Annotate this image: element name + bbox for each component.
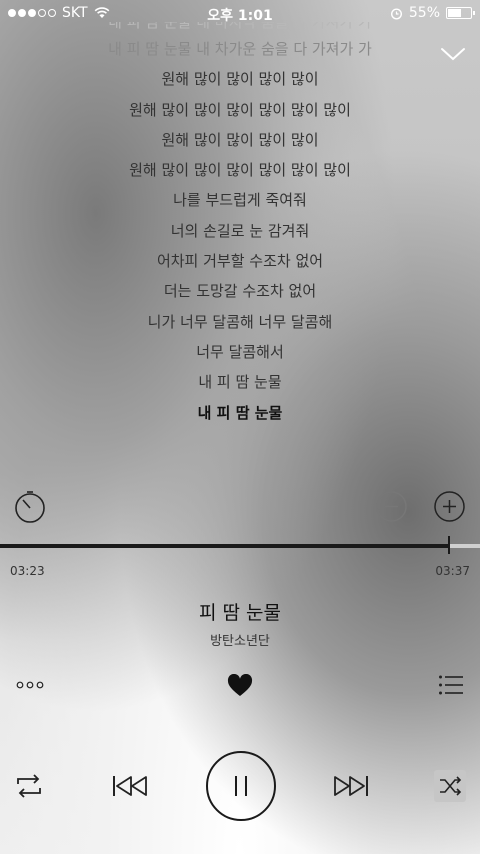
more-icon[interactable] — [16, 678, 44, 692]
seek-bar-fill — [0, 544, 449, 548]
lyric-line: 너무 달콤해서 — [196, 342, 284, 361]
plus-circle-icon[interactable] — [433, 490, 466, 523]
battery-percent: 55% — [408, 5, 440, 21]
playlist-icon[interactable] — [438, 674, 464, 696]
lyric-line: 원해 많이 많이 많이 많이 — [161, 130, 319, 149]
lyric-line: 원해 많이 많이 많이 많이 많이 많이 — [129, 161, 351, 180]
heart-icon[interactable] — [227, 674, 253, 698]
lyric-line: 니가 너무 달콤해 너무 달콤해 — [147, 312, 333, 331]
lyric-line: 원해 많이 많이 많이 많이 — [161, 70, 319, 89]
previous-icon[interactable] — [112, 774, 150, 798]
lyric-line: 내 피 땀 눈물 내 마지막 춤을 다 가져가 가 — [108, 22, 372, 31]
total-time: 03:37 — [435, 564, 470, 578]
lyrics-panel[interactable]: 내 피 땀 눈물 내 마지막 춤을 다 가져가 가 내 피 땀 눈물 내 차가운… — [0, 22, 480, 428]
shuffle-button[interactable] — [434, 770, 466, 802]
timer-icon[interactable] — [12, 489, 48, 525]
lyric-line-current: 내 피 땀 눈물 — [197, 403, 283, 422]
seek-bar[interactable] — [0, 536, 480, 554]
pause-icon[interactable] — [205, 750, 277, 822]
next-icon[interactable] — [331, 774, 369, 798]
lyric-line: 너의 손길로 눈 감겨줘 — [170, 221, 310, 240]
lyric-line: 내 피 땀 눈물 — [198, 373, 282, 392]
lyric-line: 원해 많이 많이 많이 많이 많이 많이 — [129, 100, 351, 119]
lyric-line: 어차피 거부할 수조차 없어 — [156, 252, 324, 271]
alarm-icon — [390, 7, 402, 20]
battery-icon — [446, 7, 475, 19]
song-title: 피 땀 눈물 — [199, 602, 281, 624]
status-right: 55% — [390, 5, 475, 21]
repeat-icon[interactable] — [14, 771, 44, 801]
lyric-line: 더는 도망갈 수조차 없어 — [163, 282, 317, 301]
shuffle-icon — [440, 776, 462, 796]
minus-circle-icon[interactable] — [375, 490, 408, 523]
seek-bar-handle[interactable] — [447, 536, 450, 554]
current-time: 03:23 — [10, 564, 45, 578]
lyric-line: 내 피 땀 눈물 내 차가운 숨을 다 가져가 가 — [108, 40, 372, 58]
artist-name[interactable]: 방탄소년단 — [0, 630, 480, 649]
lyric-line: 나를 부드럽게 죽여줘 — [173, 191, 307, 210]
